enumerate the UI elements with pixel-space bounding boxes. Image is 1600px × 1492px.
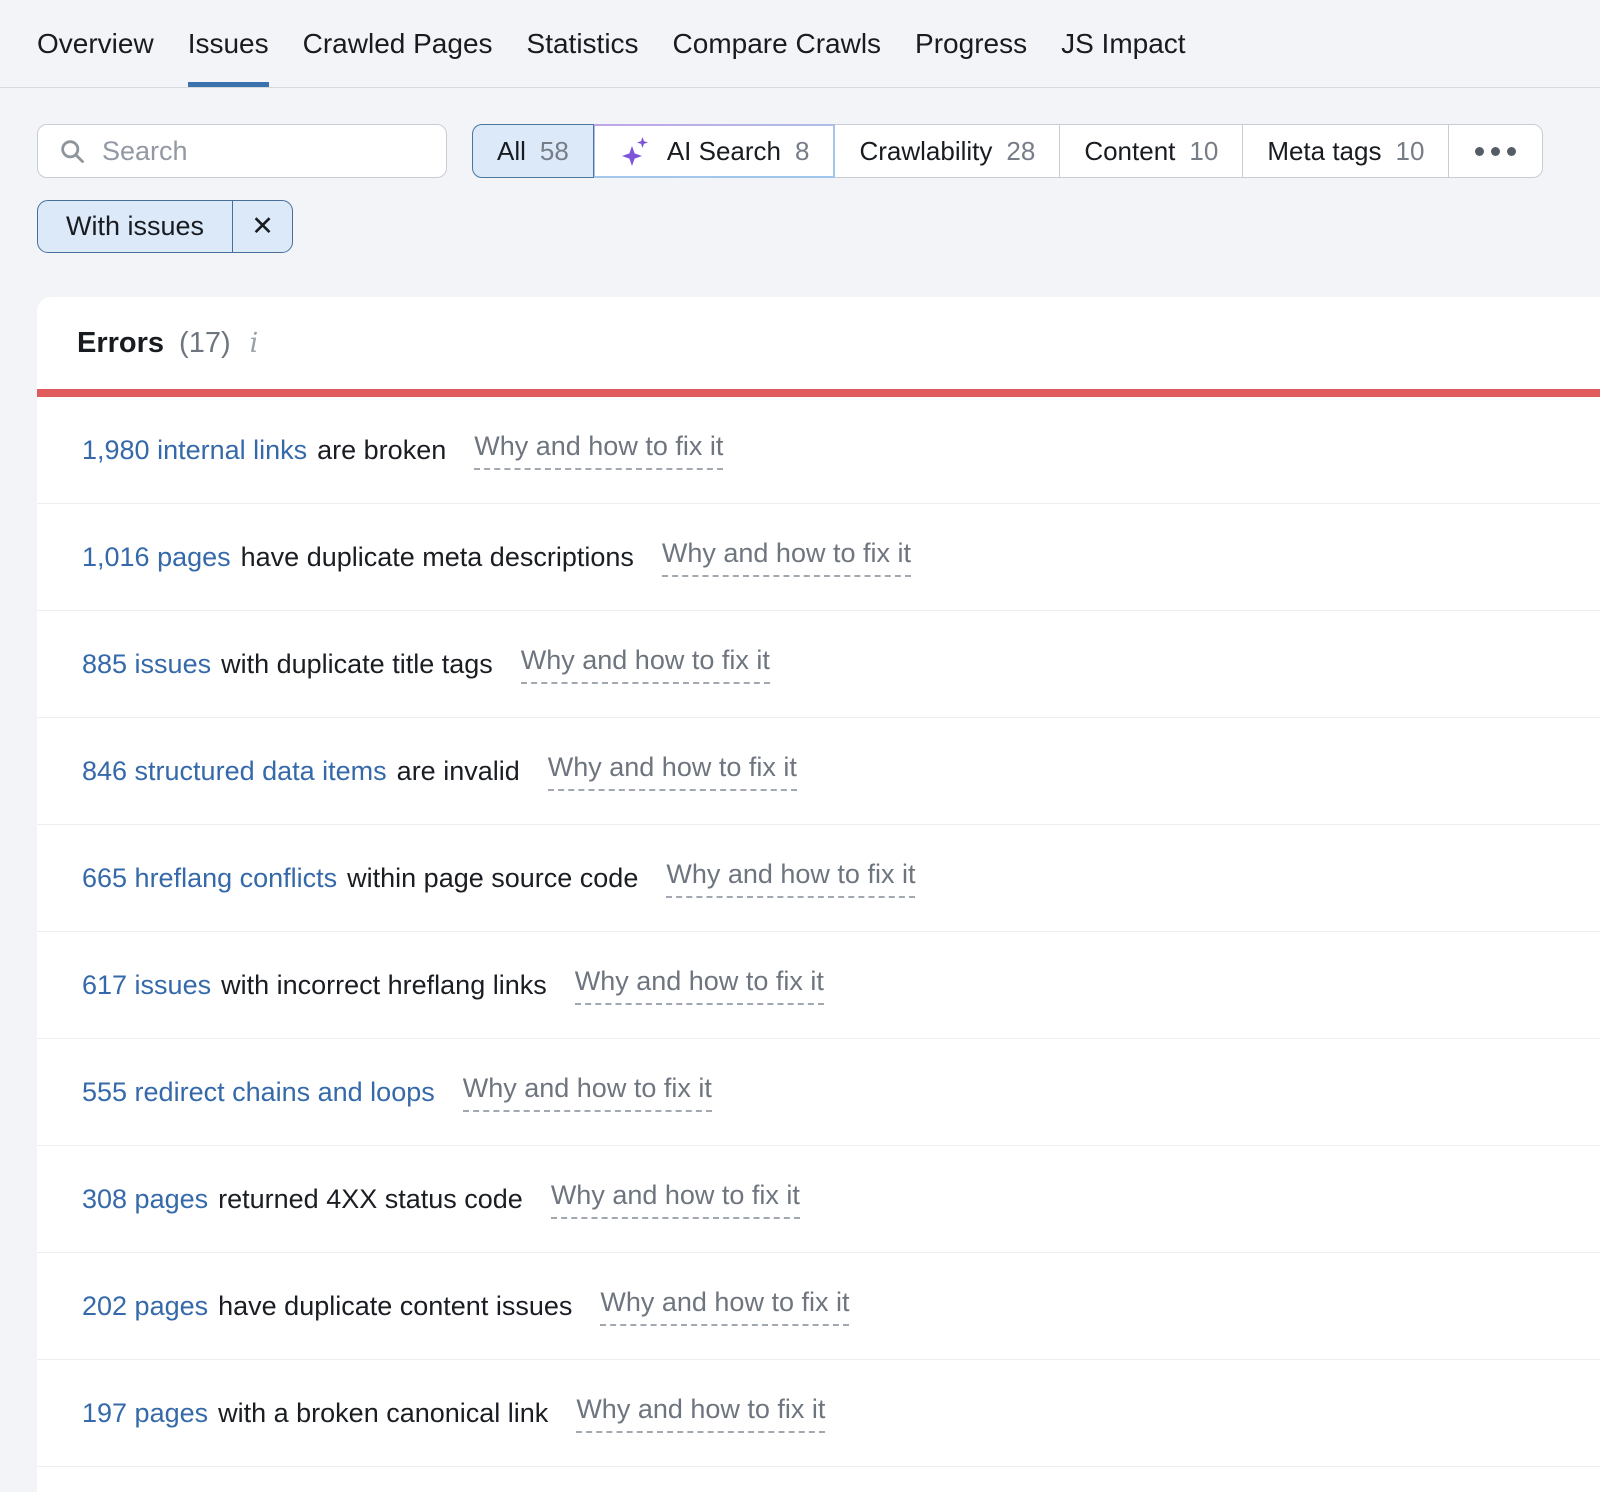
issue-row: 308 pages returned 4XX status code Why a…	[37, 1146, 1600, 1253]
issue-count-link[interactable]: 885 issues	[82, 649, 211, 680]
issue-description: are invalid	[397, 756, 520, 787]
issue-count-link[interactable]: 1,016 pages	[82, 542, 231, 573]
issue-row: 617 issues with incorrect hreflang links…	[37, 932, 1600, 1039]
chip-all[interactable]: All 58	[472, 124, 594, 178]
ai-sparkle-icon	[619, 134, 653, 168]
chip-ai-search-count: 8	[795, 136, 809, 167]
chip-content-count: 10	[1189, 136, 1218, 167]
tab-progress[interactable]: Progress	[915, 0, 1027, 87]
issue-row: 555 redirect chains and loops Why and ho…	[37, 1039, 1600, 1146]
issue-count-link[interactable]: 846 structured data items	[82, 756, 387, 787]
search-box[interactable]	[37, 124, 447, 178]
chip-crawlability-label: Crawlability	[859, 136, 992, 167]
why-how-to-fix-link[interactable]: Why and how to fix it	[521, 645, 770, 684]
issue-description: have duplicate meta descriptions	[241, 542, 634, 573]
more-filters-button[interactable]	[1448, 124, 1543, 178]
filters-toolbar: All 58 AI Search 8 Crawlability 28 Conte…	[37, 124, 1563, 178]
chip-all-count: 58	[540, 136, 569, 167]
issue-count-link[interactable]: 555 redirect chains and loops	[82, 1077, 435, 1108]
errors-severity-bar	[37, 389, 1600, 397]
chip-meta-tags[interactable]: Meta tags 10	[1242, 124, 1449, 178]
issue-row: 1,016 pages have duplicate meta descript…	[37, 504, 1600, 611]
issue-description: with duplicate title tags	[221, 649, 493, 680]
top-navigation: Overview Issues Crawled Pages Statistics…	[0, 0, 1600, 88]
tab-overview[interactable]: Overview	[37, 0, 154, 87]
chip-crawlability[interactable]: Crawlability 28	[834, 124, 1060, 178]
issue-row: 885 issues with duplicate title tags Why…	[37, 611, 1600, 718]
panel-title: Errors	[77, 327, 164, 360]
tab-crawled-pages[interactable]: Crawled Pages	[303, 0, 493, 87]
errors-count: (17)	[179, 327, 231, 360]
more-options-icon	[1475, 147, 1484, 156]
issue-count-link[interactable]: 1,980 internal links	[82, 435, 307, 466]
tab-issues[interactable]: Issues	[188, 0, 269, 87]
errors-panel: Errors (17) i 1,980 internal links are b…	[37, 297, 1600, 1492]
why-how-to-fix-link[interactable]: Why and how to fix it	[463, 1073, 712, 1112]
active-filters-row: With issues ✕	[37, 200, 1563, 253]
search-icon	[58, 137, 86, 165]
chip-meta-tags-count: 10	[1395, 136, 1424, 167]
why-how-to-fix-link[interactable]: Why and how to fix it	[548, 752, 797, 791]
filter-tag-label: With issues	[38, 201, 232, 252]
issue-row: 665 hreflang conflicts within page sourc…	[37, 825, 1600, 932]
tab-compare-crawls[interactable]: Compare Crawls	[673, 0, 882, 87]
chip-ai-search[interactable]: AI Search 8	[593, 124, 836, 178]
issue-description: within page source code	[347, 863, 638, 894]
more-options-icon	[1491, 147, 1500, 156]
why-how-to-fix-link[interactable]: Why and how to fix it	[666, 859, 915, 898]
why-how-to-fix-link[interactable]: Why and how to fix it	[575, 966, 824, 1005]
why-how-to-fix-link[interactable]: Why and how to fix it	[474, 431, 723, 470]
close-icon[interactable]: ✕	[232, 201, 292, 252]
chip-crawlability-count: 28	[1006, 136, 1035, 167]
issue-row: 1,980 internal links are broken Why and …	[37, 397, 1600, 504]
issue-row: 202 pages have duplicate content issues …	[37, 1253, 1600, 1360]
chip-content-label: Content	[1084, 136, 1175, 167]
filter-tag-with-issues[interactable]: With issues ✕	[37, 200, 293, 253]
search-input[interactable]	[102, 136, 426, 167]
issue-row: 197 pages with a broken canonical link W…	[37, 1360, 1600, 1467]
tab-statistics[interactable]: Statistics	[527, 0, 639, 87]
issue-description: returned 4XX status code	[218, 1184, 523, 1215]
errors-panel-header: Errors (17) i	[37, 297, 1600, 389]
why-how-to-fix-link[interactable]: Why and how to fix it	[600, 1287, 849, 1326]
why-how-to-fix-link[interactable]: Why and how to fix it	[576, 1394, 825, 1433]
issue-description: are broken	[317, 435, 446, 466]
why-how-to-fix-link[interactable]: Why and how to fix it	[662, 538, 911, 577]
issue-row: 846 structured data items are invalid Wh…	[37, 718, 1600, 825]
issue-description: have duplicate content issues	[218, 1291, 572, 1322]
chip-meta-tags-label: Meta tags	[1267, 136, 1381, 167]
chip-content[interactable]: Content 10	[1059, 124, 1243, 178]
issue-count-link[interactable]: 308 pages	[82, 1184, 208, 1215]
info-icon[interactable]: i	[246, 328, 259, 359]
category-filter-chips: All 58 AI Search 8 Crawlability 28 Conte…	[472, 124, 1543, 178]
issue-description: with a broken canonical link	[218, 1398, 548, 1429]
issue-count-link[interactable]: 197 pages	[82, 1398, 208, 1429]
issue-count-link[interactable]: 202 pages	[82, 1291, 208, 1322]
chip-ai-search-label: AI Search	[667, 136, 781, 167]
issue-count-link[interactable]: 617 issues	[82, 970, 211, 1001]
issue-count-link[interactable]: 665 hreflang conflicts	[82, 863, 337, 894]
chip-all-label: All	[497, 136, 526, 167]
issue-description: with incorrect hreflang links	[221, 970, 547, 1001]
why-how-to-fix-link[interactable]: Why and how to fix it	[551, 1180, 800, 1219]
more-options-icon	[1507, 147, 1516, 156]
tab-js-impact[interactable]: JS Impact	[1061, 0, 1185, 87]
